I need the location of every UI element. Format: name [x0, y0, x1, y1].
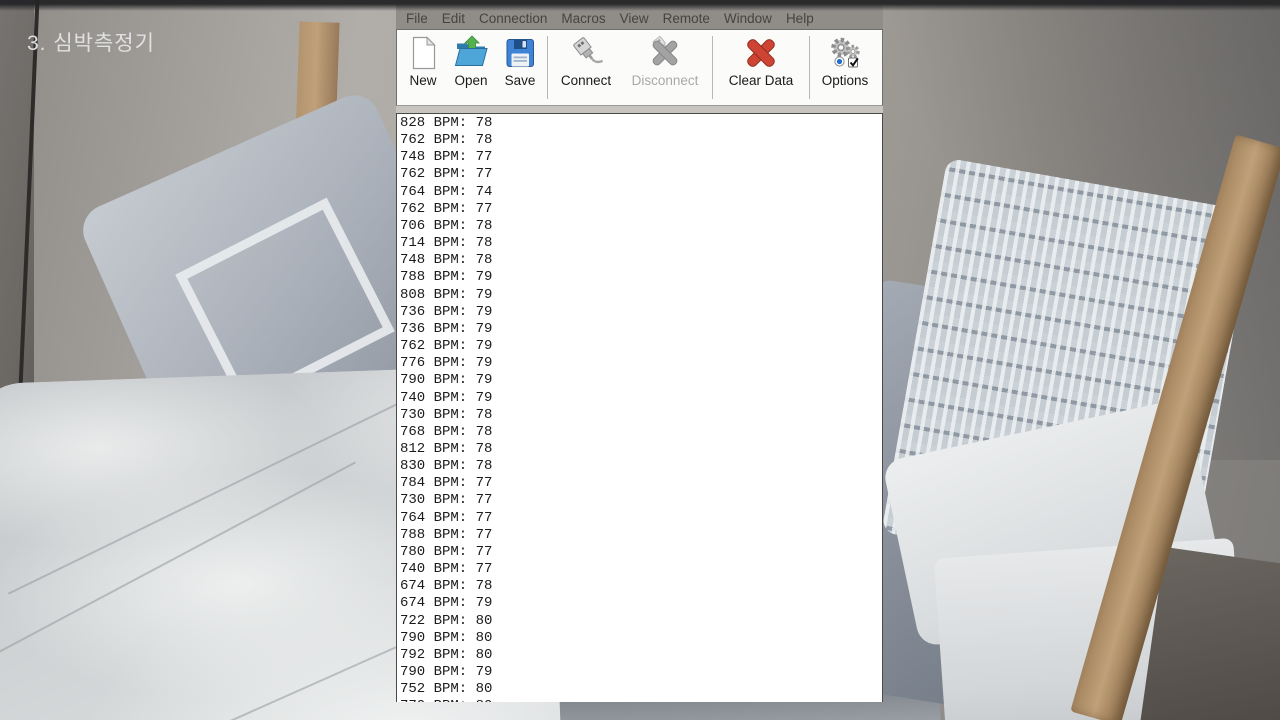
terminal-line: 770 BPM: 80: [400, 698, 882, 702]
bed-frame-beam-right: [1070, 134, 1280, 720]
terminal-line: 784 BPM: 77: [400, 475, 882, 492]
terminal-line: 764 BPM: 74: [400, 184, 882, 201]
disconnect-button-label: Disconnect: [632, 73, 699, 88]
usb-disconnect-icon: [647, 35, 683, 71]
terminal-line: 674 BPM: 79: [400, 595, 882, 612]
terminal-line: 714 BPM: 78: [400, 235, 882, 252]
terminal-line: 828 BPM: 78: [400, 115, 882, 132]
pillow-striped-right: [881, 158, 1254, 586]
terminal-line: 780 BPM: 77: [400, 544, 882, 561]
menu-item[interactable]: Remote: [656, 11, 717, 26]
new-button[interactable]: New: [400, 30, 446, 105]
open-button-label: Open: [454, 73, 487, 88]
terminal-line: 740 BPM: 79: [400, 390, 882, 407]
open-folder-icon: [453, 35, 489, 71]
terminal-line: 830 BPM: 78: [400, 458, 882, 475]
terminal-line: 790 BPM: 79: [400, 372, 882, 389]
open-button[interactable]: Open: [446, 30, 496, 105]
toolbar-separator: [809, 36, 810, 99]
menu-item[interactable]: File: [399, 11, 435, 26]
options-button-label: Options: [822, 73, 869, 88]
menu-item[interactable]: Edit: [435, 11, 472, 26]
save-button[interactable]: Save: [496, 30, 544, 105]
terminal-line: 706 BPM: 78: [400, 218, 882, 235]
terminal-line: 792 BPM: 80: [400, 647, 882, 664]
terminal-line: 812 BPM: 78: [400, 441, 882, 458]
top-shadow-band: [0, 0, 1280, 11]
page-title: 3. 심박측정기: [27, 27, 155, 57]
toolbar-separator: [712, 36, 713, 99]
floor-shadow-right: [1137, 547, 1280, 720]
connect-button[interactable]: Connect: [551, 30, 621, 105]
terminal-line: 788 BPM: 79: [400, 269, 882, 286]
wall-shadow: [820, 0, 1280, 460]
terminal-line: 768 BPM: 78: [400, 424, 882, 441]
menu-item[interactable]: Connection: [472, 11, 554, 26]
terminal-line: 736 BPM: 79: [400, 321, 882, 338]
connect-button-label: Connect: [561, 73, 611, 88]
clear-data-button[interactable]: Clear Data: [716, 30, 806, 105]
clear-data-button-label: Clear Data: [729, 73, 794, 88]
terminal-line: 808 BPM: 79: [400, 287, 882, 304]
terminal-line: 748 BPM: 77: [400, 149, 882, 166]
usb-connect-icon: [568, 35, 604, 71]
menu-item[interactable]: Macros: [554, 11, 612, 26]
save-button-label: Save: [505, 73, 536, 88]
toolbar: New Open Save: [396, 29, 883, 106]
menu-item[interactable]: View: [613, 11, 656, 26]
pillow-piping-outline: [175, 198, 395, 409]
terminal-line: 752 BPM: 80: [400, 681, 882, 698]
terminal-line: 674 BPM: 78: [400, 578, 882, 595]
clear-data-x-icon: [743, 35, 779, 71]
terminal-line: 762 BPM: 78: [400, 132, 882, 149]
terminal-line: 748 BPM: 78: [400, 252, 882, 269]
save-floppy-icon: [502, 35, 538, 71]
mattress-right: [934, 538, 1247, 720]
terminal-line: 762 BPM: 77: [400, 166, 882, 183]
duvet-seam: [0, 462, 356, 661]
new-document-icon: [405, 35, 441, 71]
options-button[interactable]: Options: [813, 30, 877, 105]
bed-frame-post-left: [292, 21, 339, 227]
options-gears-icon: [827, 35, 863, 71]
new-button-label: New: [409, 73, 436, 88]
terminal-line: 736 BPM: 79: [400, 304, 882, 321]
terminal-line: 762 BPM: 77: [400, 201, 882, 218]
slide: 3. 심박측정기 FileEditConnectionMacrosViewRem…: [0, 0, 1280, 720]
terminal-line: 790 BPM: 79: [400, 664, 882, 681]
terminal-line: 722 BPM: 80: [400, 613, 882, 630]
terminal-line: 740 BPM: 77: [400, 561, 882, 578]
terminal-line: 762 BPM: 79: [400, 338, 882, 355]
terminal-line: 730 BPM: 78: [400, 407, 882, 424]
menu-item[interactable]: Window: [717, 11, 779, 26]
terminal-line: 776 BPM: 79: [400, 355, 882, 372]
toolbar-separator: [547, 36, 548, 99]
pillow-white-right: [882, 398, 1225, 648]
serial-terminal-window: FileEditConnectionMacrosViewRemoteWindow…: [396, 0, 883, 702]
terminal-line: 788 BPM: 77: [400, 527, 882, 544]
terminal-line: 730 BPM: 77: [400, 492, 882, 509]
disconnect-button[interactable]: Disconnect: [621, 30, 709, 105]
mirror: [0, 0, 34, 600]
terminal-line: 790 BPM: 80: [400, 630, 882, 647]
menu-item[interactable]: Help: [779, 11, 821, 26]
terminal-output[interactable]: 828 BPM: 78762 BPM: 78748 BPM: 77762 BPM…: [396, 113, 883, 702]
mirror-frame: [8, 0, 40, 628]
terminal-line: 764 BPM: 77: [400, 510, 882, 527]
